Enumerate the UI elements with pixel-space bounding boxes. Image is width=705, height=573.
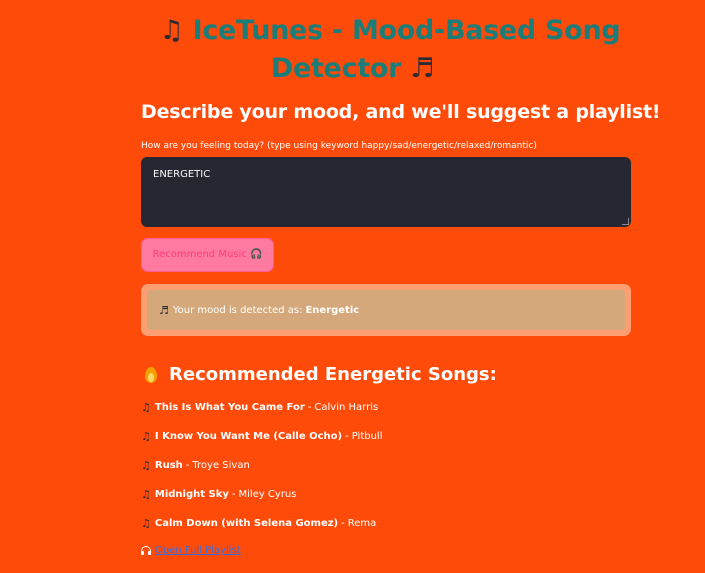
- subheader: Describe your mood, and we'll suggest a …: [141, 101, 661, 123]
- music-note-icon: ♫: [141, 488, 151, 501]
- song-separator: -: [231, 489, 236, 500]
- song-artist: Troye Sivan: [192, 460, 250, 471]
- song-artist: Pitbull: [351, 431, 383, 442]
- song-separator: -: [341, 518, 345, 529]
- song-title: This Is What You Came For: [154, 402, 305, 413]
- mood-alert-value: Energetic: [305, 304, 360, 316]
- song-separator: -: [185, 460, 190, 471]
- music-note-icon: ♫: [141, 459, 151, 472]
- song-artist: Rema: [347, 518, 377, 529]
- music-notes-icon: ♬: [410, 53, 435, 84]
- mood-textarea-value: ENERGETIC: [153, 169, 211, 180]
- page-title-line2: Detector: [270, 53, 402, 84]
- song-item: ♫ Midnight Sky - Miley Cyrus: [141, 488, 296, 501]
- song-title: I Know You Want Me (Calle Ocho): [154, 431, 343, 442]
- mood-textarea[interactable]: ENERGETIC: [141, 157, 631, 227]
- mood-alert-prefix: Your mood is detected as:: [172, 304, 303, 316]
- music-notes-icon: ♬: [159, 303, 169, 317]
- song-separator: -: [307, 402, 312, 413]
- recommend-music-button[interactable]: Recommend Music 🎧: [141, 238, 274, 272]
- music-note-icon: ♫: [141, 430, 151, 443]
- open-playlist-link-label[interactable]: Open Full Playlist: [155, 545, 241, 556]
- song-title: Calm Down (with Selena Gomez): [154, 518, 339, 529]
- recommendations-heading-text: Recommended Energetic Songs:: [169, 364, 497, 385]
- headphones-icon: 🎧: [249, 249, 263, 260]
- headphones-icon: [141, 546, 151, 555]
- song-title: Rush: [154, 460, 183, 471]
- song-item: ♫ Calm Down (with Selena Gomez) - Rema: [141, 517, 376, 530]
- music-note-icon: ♫: [159, 15, 184, 46]
- page-title: ♫ IceTunes - Mood-Based Song Detector ♬: [0, 12, 705, 88]
- open-playlist-link[interactable]: Open Full Playlist: [141, 545, 241, 556]
- song-title: Midnight Sky: [154, 489, 229, 500]
- song-artist: Miley Cyrus: [238, 489, 297, 500]
- song-item: ♫ This Is What You Came For - Calvin Har…: [141, 401, 378, 414]
- recommend-music-button-label: Recommend Music: [152, 249, 247, 260]
- recommendations-heading: Recommended Energetic Songs:: [145, 364, 497, 385]
- music-note-icon: ♫: [141, 517, 151, 530]
- mood-alert: ♬ Your mood is detected as: Energetic: [141, 284, 631, 336]
- song-item: ♫ Rush - Troye Sivan: [141, 459, 250, 472]
- song-artist: Calvin Harris: [314, 402, 379, 413]
- page-title-line1: IceTunes - Mood-Based Song: [192, 15, 621, 46]
- music-note-icon: ♫: [141, 401, 151, 414]
- mood-input-label: How are you feeling today? (type using k…: [141, 141, 537, 151]
- mood-alert-body: ♬ Your mood is detected as: Energetic: [147, 290, 625, 330]
- song-separator: -: [345, 431, 349, 442]
- resize-grip-icon[interactable]: [622, 218, 629, 225]
- fire-icon: [145, 366, 157, 383]
- song-item: ♫ I Know You Want Me (Calle Ocho) - Pitb…: [141, 430, 383, 443]
